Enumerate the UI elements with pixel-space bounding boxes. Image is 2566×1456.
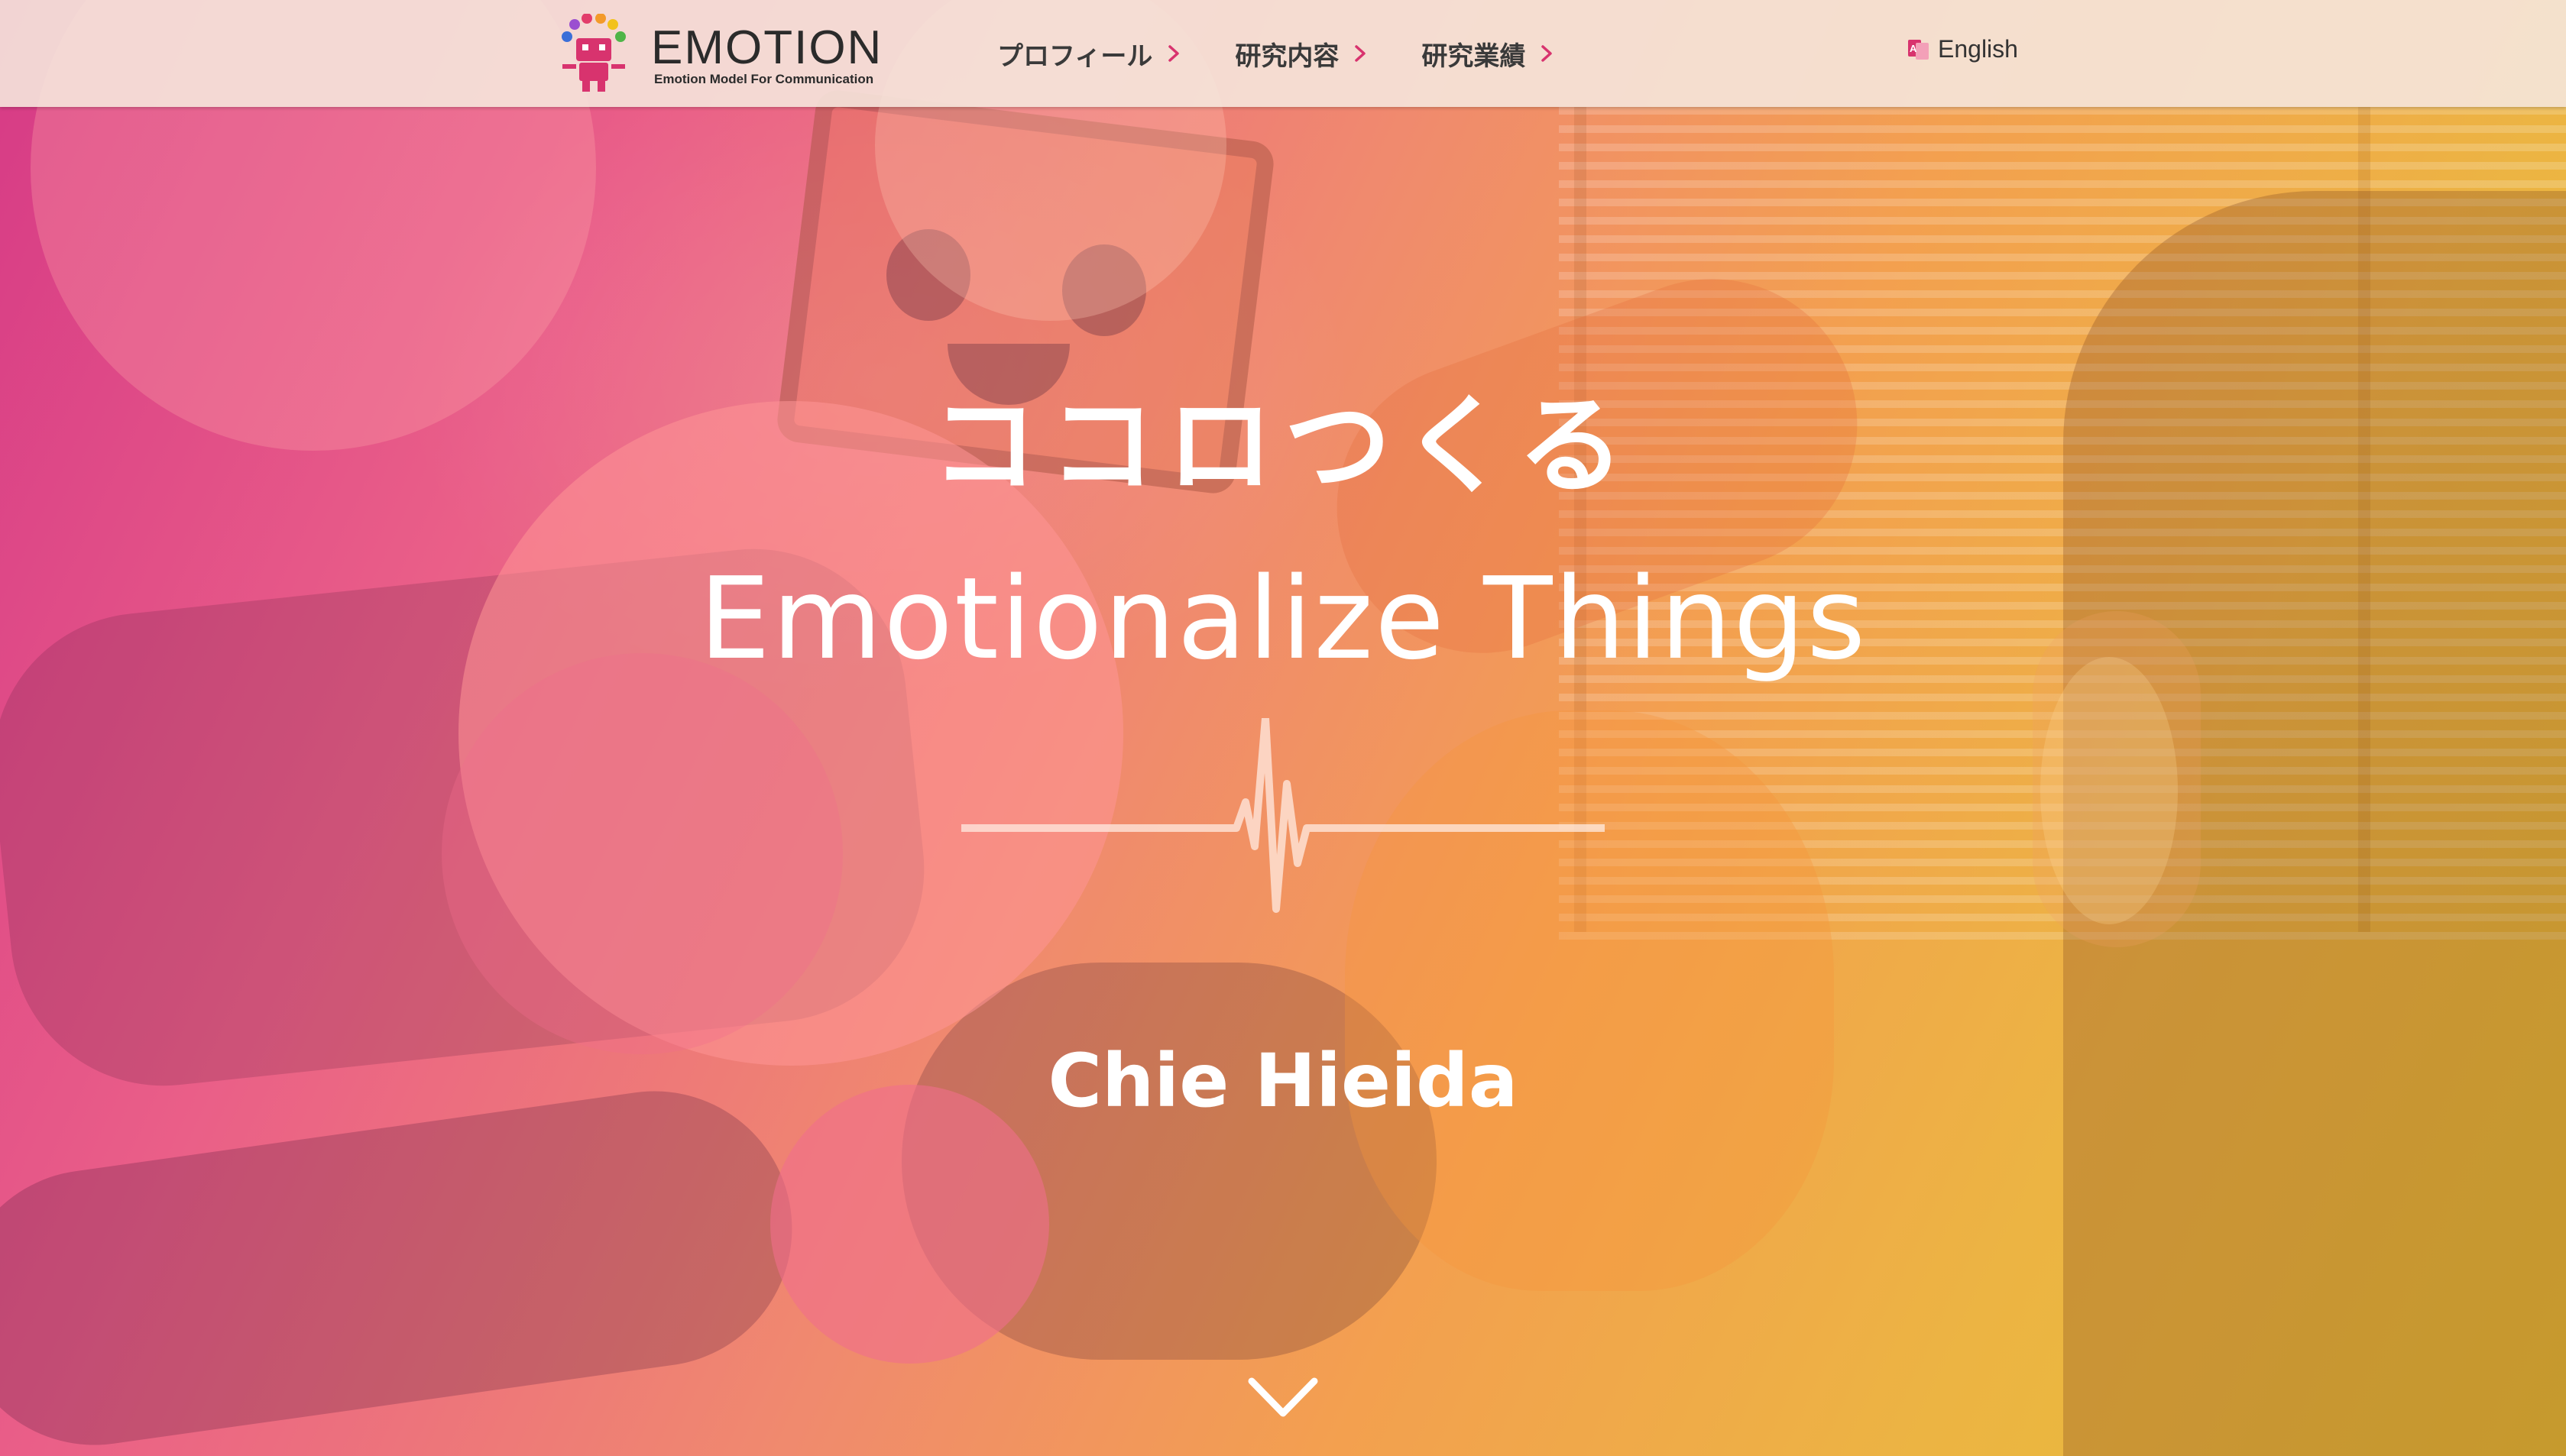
- background-robot-gripper: [902, 963, 1437, 1360]
- background-robot-eye-left: [886, 229, 970, 321]
- nav-item-research[interactable]: 研究内容: [1235, 31, 1366, 76]
- robot-logo-icon: [562, 14, 626, 92]
- background-person: [2063, 191, 2566, 1456]
- decorative-bubble: [442, 653, 843, 1054]
- logo-title: EMOTION: [651, 21, 883, 74]
- logo-subtitle: Emotion Model For Communication: [654, 72, 874, 86]
- main-nav: プロフィール 研究内容 研究業績: [997, 31, 1608, 76]
- background-robot-arm: [0, 1073, 810, 1456]
- language-switch-icon: A: [1908, 39, 1929, 60]
- chevron-right-icon: [1168, 45, 1180, 62]
- svg-text:A: A: [1910, 43, 1917, 54]
- hero-title-english: Emotionalize Things: [698, 553, 1868, 684]
- nav-item-label: 研究内容: [1235, 40, 1340, 72]
- hero-title-japanese: ココロつくる: [931, 384, 1635, 509]
- language-label: English: [1938, 35, 2018, 63]
- site-logo[interactable]: EMOTION Emotion Model For Communication: [552, 14, 881, 93]
- nav-item-label: 研究業績: [1421, 40, 1526, 72]
- hero-section: ココロつくる Emotionalize Things Chie Hieida: [0, 0, 2566, 1456]
- language-switch[interactable]: A English: [1907, 35, 2018, 63]
- chevron-right-icon: [1355, 45, 1366, 62]
- heartbeat-line-icon: [961, 718, 1605, 913]
- nav-item-profile[interactable]: プロフィール: [997, 31, 1180, 76]
- background-robot-eye-right: [1062, 244, 1146, 336]
- nav-item-label: プロフィール: [997, 40, 1153, 72]
- nav-item-achievements[interactable]: 研究業績: [1421, 31, 1553, 76]
- decorative-bubble: [2040, 657, 2178, 924]
- chevron-down-icon[interactable]: [1247, 1375, 1319, 1421]
- chevron-right-icon: [1541, 45, 1553, 62]
- researcher-name: Chie Hieida: [1048, 1038, 1518, 1124]
- site-header: EMOTION Emotion Model For Communication …: [0, 0, 2566, 107]
- background-window-blinds: [1559, 107, 2566, 947]
- background-window-frame: [1574, 107, 2370, 932]
